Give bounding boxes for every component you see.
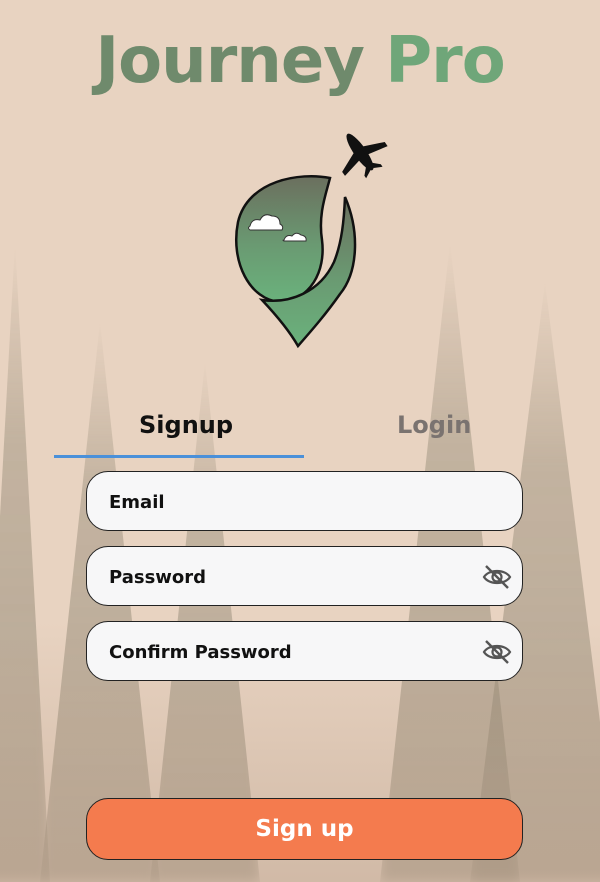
- confirm-password-input[interactable]: [107, 622, 471, 682]
- app-title: Journey Pro: [0, 24, 600, 98]
- sign-up-button-label: Sign up: [255, 816, 354, 842]
- password-input[interactable]: [107, 547, 471, 607]
- tab-login[interactable]: Login: [397, 411, 471, 439]
- confirm-password-field[interactable]: [86, 621, 523, 682]
- eye-off-icon[interactable]: [482, 563, 512, 591]
- app-logo-icon: [235, 133, 388, 349]
- eye-off-icon[interactable]: [482, 638, 512, 666]
- app-title-part1: Journey: [95, 24, 365, 98]
- password-field[interactable]: [86, 546, 523, 607]
- active-tab-indicator: [54, 455, 304, 458]
- tab-signup[interactable]: Signup: [139, 411, 233, 439]
- app-title-part2: Pro: [385, 24, 505, 98]
- sign-up-button[interactable]: Sign up: [86, 798, 523, 860]
- auth-tabs: Signup Login: [54, 405, 546, 459]
- email-field[interactable]: [86, 471, 523, 532]
- email-input[interactable]: [107, 472, 471, 532]
